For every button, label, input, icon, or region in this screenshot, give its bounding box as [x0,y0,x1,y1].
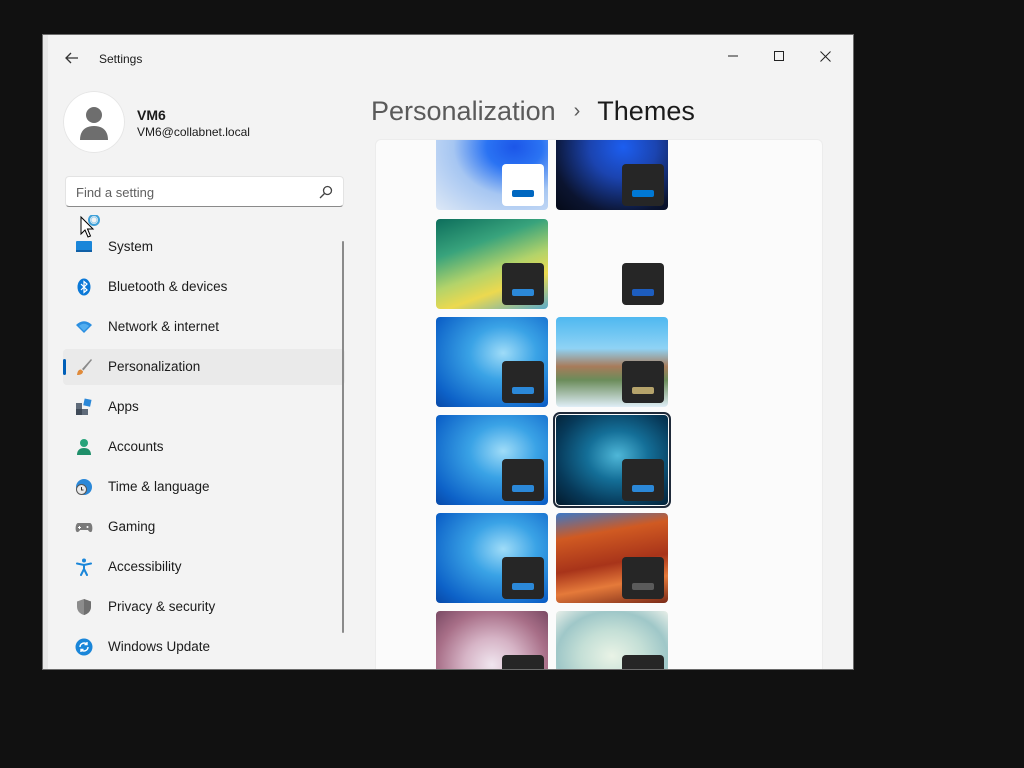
user-name: VM6 [137,107,166,123]
taskbar-preview [622,263,664,305]
breadcrumb: Personalization › Themes [371,91,695,131]
theme-tile-glass-art[interactable] [556,611,668,669]
theme-tile-pink-flower[interactable] [436,611,548,669]
breadcrumb-separator: › [573,99,581,122]
sidebar-item-label: Network & internet [108,319,220,334]
theme-tile-windows7-blue-2[interactable] [436,415,548,505]
sidebar-nav: System Bluetooth & devices Network & int… [63,229,345,669]
avatar[interactable] [63,91,125,153]
sidebar-item-accessibility[interactable]: Accessibility [63,549,345,585]
maximize-icon [774,51,784,61]
gamepad-icon [75,523,93,533]
taskbar-preview [502,361,544,403]
taskbar-accent [512,289,534,296]
taskbar-accent [632,485,654,492]
app-title: Settings [99,52,143,66]
breadcrumb-parent[interactable]: Personalization [371,96,556,127]
taskbar-preview [622,459,664,501]
search-input[interactable] [76,183,306,201]
paintbrush-icon [77,359,92,375]
sidebar-item-label: Accounts [108,439,164,454]
sidebar-item-gaming[interactable]: Gaming [63,509,345,545]
sidebar-item-personalization[interactable]: Personalization [63,349,345,385]
theme-tile-windows7-blue-1[interactable] [436,317,548,407]
theme-tile-turtle-island[interactable] [556,317,668,407]
taskbar-accent [512,485,534,492]
sidebar-item-label: Apps [108,399,139,414]
taskbar-accent [632,583,654,590]
sidebar-item-network[interactable]: Network & internet [63,309,345,345]
sidebar-item-label: Privacy & security [108,599,216,614]
sidebar-item-time-language[interactable]: Time & language [63,469,345,505]
taskbar-preview [622,557,664,599]
search-box[interactable] [65,176,344,207]
shield-icon [77,599,91,615]
sidebar-item-privacy-security[interactable]: Privacy & security [63,589,345,625]
theme-tile-windows7-dark[interactable] [553,412,671,508]
taskbar-preview [622,164,664,206]
theme-tile-vista-green[interactable] [436,219,548,309]
close-button[interactable] [802,41,848,71]
update-icon [75,638,93,656]
accounts-icon [77,439,91,455]
apps-icon [76,398,92,415]
theme-tile-windows-light[interactable] [436,140,548,210]
sidebar-item-windows-update[interactable]: Windows Update [63,629,345,665]
user-email: VM6@collabnet.local [137,125,250,139]
search-icon[interactable] [319,185,333,199]
taskbar-preview [502,263,544,305]
taskbar-preview [502,164,544,206]
network-icon [76,321,92,333]
taskbar-preview [622,361,664,403]
taskbar-accent [632,387,654,394]
taskbar-accent [632,190,654,197]
sidebar-item-label: Accessibility [108,559,182,574]
sidebar-item-label: System [108,239,154,254]
page-title: Themes [597,95,695,126]
maximize-button[interactable] [756,41,802,71]
back-button[interactable] [61,47,83,69]
sidebar-scrollbar[interactable] [342,241,344,633]
title-bar: Settings [43,35,853,81]
close-icon [819,50,831,62]
theme-tile-red-canyon[interactable] [556,513,668,603]
taskbar-preview [502,655,544,669]
accessibility-icon [76,558,92,576]
themes-gallery [375,139,823,669]
busy-cursor-icon [80,215,100,238]
sidebar-item-bluetooth[interactable]: Bluetooth & devices [63,269,345,305]
globe-clock-icon [76,479,92,495]
minimize-icon [728,55,738,57]
sidebar-item-apps[interactable]: Apps [63,389,345,425]
minimize-button[interactable] [710,41,756,71]
taskbar-preview [622,655,664,669]
user-icon [80,107,108,140]
taskbar-preview [502,459,544,501]
sidebar-item-accounts[interactable]: Accounts [63,429,345,465]
bluetooth-icon [77,278,91,296]
sidebar-item-label: Gaming [108,519,156,534]
taskbar-accent [512,387,534,394]
taskbar-accent [632,289,654,296]
taskbar-accent [512,583,534,590]
taskbar-preview [502,557,544,599]
taskbar-accent [512,190,534,197]
sidebar-item-label: Windows Update [108,639,211,654]
theme-tile-windows-dark[interactable] [556,140,668,210]
sidebar-item-label: Time & language [108,479,210,494]
theme-tile-blank[interactable] [556,219,668,309]
theme-tile-windows7-blue-3[interactable] [436,513,548,603]
arrow-left-icon [65,52,78,64]
sidebar-item-label: Personalization [108,359,201,374]
sidebar-item-label: Bluetooth & devices [108,279,228,294]
settings-window: Settings VM6 VM6@collabnet.local System [42,34,854,670]
